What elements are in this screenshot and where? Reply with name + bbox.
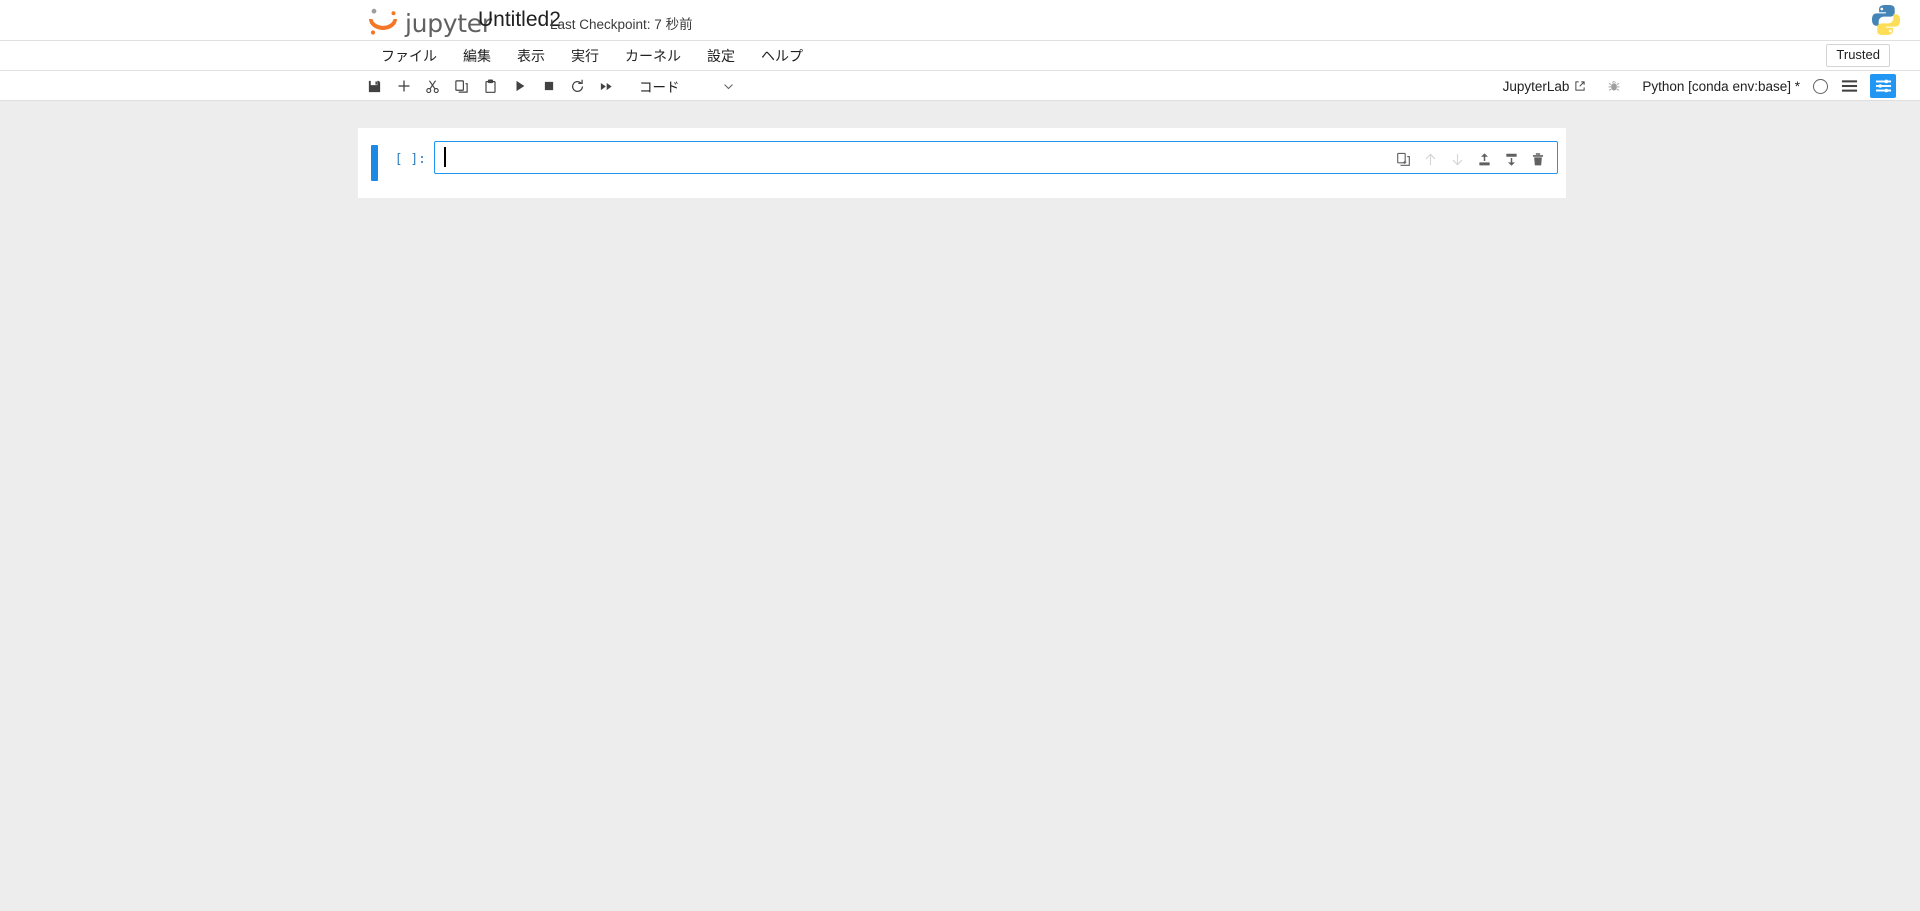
menu-view[interactable]: 表示: [504, 43, 558, 69]
toggle-settings-panel-button[interactable]: [1870, 74, 1896, 98]
menu-run[interactable]: 実行: [558, 43, 612, 69]
notebook-cell[interactable]: [ ]:: [358, 141, 1566, 185]
menu-file[interactable]: ファイル: [368, 43, 450, 69]
toggle-list-button[interactable]: [1836, 74, 1862, 98]
notebook-scroll-area: [ ]:: [0, 101, 1920, 911]
menu-edit[interactable]: 編集: [450, 43, 504, 69]
notebook-panel: [ ]:: [358, 128, 1566, 198]
notebook-toolbar: コード JupyterLab Python [conda env:base] *: [0, 71, 1920, 101]
last-checkpoint-label: Last Checkpoint: 7 秒前: [550, 17, 693, 32]
jupyterlab-link[interactable]: JupyterLab: [1499, 77, 1591, 96]
jupyter-logo-icon: [365, 7, 403, 37]
cell-type-dropdown[interactable]: コード: [635, 73, 735, 99]
menu-bar: ファイル 編集 表示 実行 カーネル 設定 ヘルプ Trusted: [0, 41, 1920, 71]
run-cell-button[interactable]: [505, 73, 534, 99]
restart-kernel-button[interactable]: [563, 73, 592, 99]
save-button[interactable]: [360, 73, 389, 99]
menu-help[interactable]: ヘルプ: [748, 43, 816, 69]
kernel-idle-circle-icon[interactable]: [1813, 78, 1828, 94]
kernel-selector[interactable]: Python [conda env:base] *: [1642, 79, 1800, 94]
notebook-title[interactable]: Untitled2: [478, 8, 561, 32]
cell-input-wrapper: [434, 141, 1558, 174]
menu-kernel[interactable]: カーネル: [612, 43, 694, 69]
stop-kernel-button[interactable]: [534, 73, 563, 99]
paste-cell-button[interactable]: [476, 73, 505, 99]
insert-cell-below-button[interactable]: [1501, 149, 1521, 169]
python-logo-icon: [1870, 3, 1902, 37]
debugger-button[interactable]: [1600, 74, 1628, 98]
cut-cell-button[interactable]: [418, 73, 447, 99]
app-header: jupyter Untitled2 Last Checkpoint: 7 秒前: [0, 0, 1920, 41]
brand[interactable]: jupyter: [365, 2, 492, 38]
toolbar-left-group: コード: [360, 71, 735, 101]
external-link-icon: [1574, 80, 1586, 92]
chevron-down-icon: [722, 80, 735, 93]
menu-items: ファイル 編集 表示 実行 カーネル 設定 ヘルプ: [368, 41, 816, 71]
active-cell-indicator: [371, 145, 378, 181]
duplicate-cell-button[interactable]: [1393, 149, 1413, 169]
menu-settings[interactable]: 設定: [694, 43, 748, 69]
trusted-badge[interactable]: Trusted: [1826, 44, 1890, 67]
move-cell-up-button[interactable]: [1420, 149, 1440, 169]
insert-cell-above-button[interactable]: [1474, 149, 1494, 169]
code-input[interactable]: [434, 141, 1558, 174]
jupyterlab-label: JupyterLab: [1502, 78, 1570, 94]
text-caret: [444, 147, 446, 167]
restart-run-all-button[interactable]: [592, 73, 621, 99]
sliders-panel-icon: [1875, 79, 1892, 93]
insert-cell-button[interactable]: [389, 73, 418, 99]
cell-toolbar: [1393, 149, 1548, 169]
cell-prompt: [ ]:: [394, 152, 426, 167]
cell-type-value: コード: [639, 80, 680, 95]
delete-cell-button[interactable]: [1528, 149, 1548, 169]
toolbar-right-group: JupyterLab Python [conda env:base] *: [1499, 71, 1896, 101]
move-cell-down-button[interactable]: [1447, 149, 1467, 169]
bug-icon: [1607, 79, 1621, 93]
copy-cell-button[interactable]: [447, 73, 476, 99]
lines-list-icon: [1841, 79, 1858, 93]
